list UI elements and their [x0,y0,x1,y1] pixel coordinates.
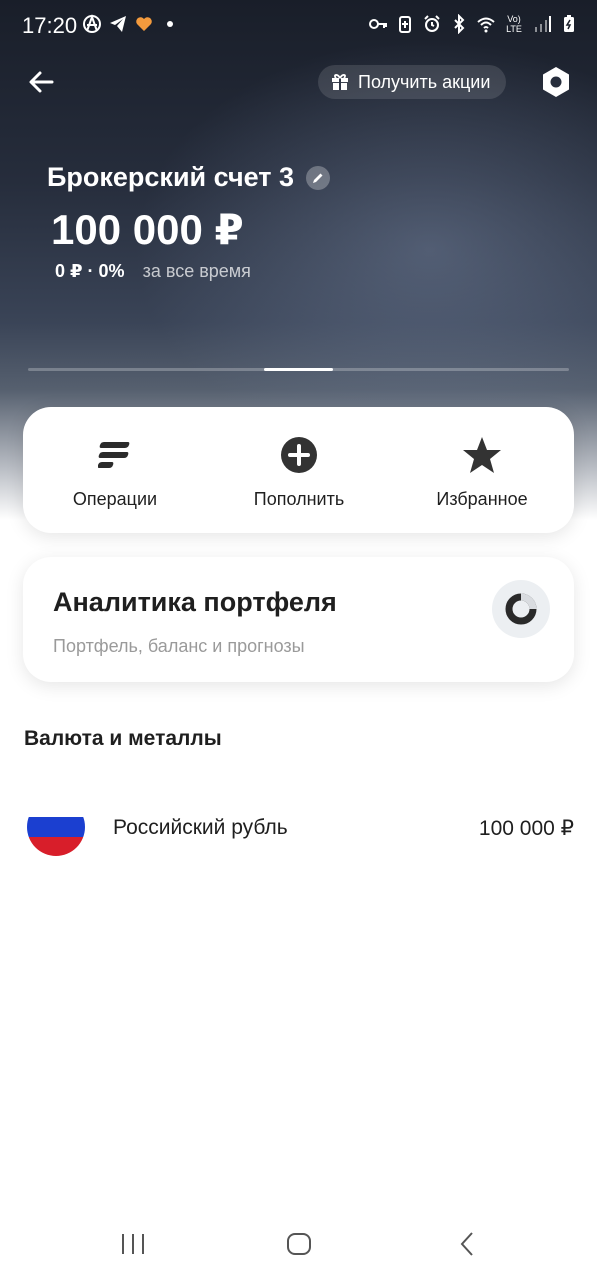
recents-icon[interactable] [113,1229,153,1259]
wifi-icon [477,17,495,33]
battery-icon [564,15,574,32]
russia-flag-icon [27,798,85,856]
signal-icon [535,16,551,32]
system-nav-bar [0,1215,597,1280]
anarchy-icon [83,14,101,33]
section-title-currency: Валюта и металлы [24,727,222,750]
top-up-label: Пополнить [253,489,345,509]
edit-pencil-icon[interactable] [306,165,331,190]
back-arrow-icon[interactable] [24,64,60,100]
vpn-key-icon [369,19,387,29]
flag-stripe-red [27,836,85,856]
analytics-title: Аналитика портфеля [53,587,337,617]
flag-stripe-blue [27,817,85,837]
favorites-button[interactable]: Избранное [390,407,574,533]
quick-actions-card: Операции Пополнить Избранное [23,407,574,533]
page-indicator-active [264,368,333,371]
balance-change: 0 ₽ · 0% за все время [55,261,251,282]
account-title[interactable]: Брокерский счет 3 [47,162,331,193]
dot-icon [167,21,173,27]
account-balance: 100 000 ₽ [51,206,244,253]
favorites-label: Избранное [436,489,528,509]
gift-icon [332,74,348,90]
settings-hex-icon[interactable] [538,64,574,100]
page-indicator [28,368,569,371]
currency-row-rub[interactable]: Российский рубль 100 000 ₽ [0,790,597,866]
operations-icon [95,435,135,475]
operations-button[interactable]: Операции [23,407,207,533]
battery-saver-icon [399,16,411,33]
change-value: 0 ₽ · 0% [55,261,125,281]
top-up-button[interactable]: Пополнить [207,407,391,533]
donut-chart-icon [492,580,550,638]
star-icon [462,435,502,475]
back-icon[interactable] [447,1229,487,1259]
portfolio-analytics-card[interactable]: Аналитика портфеля Портфель, баланс и пр… [23,557,574,682]
telegram-icon [110,16,126,32]
get-stocks-button[interactable]: Получить акции [318,65,507,99]
bluetooth-icon [454,14,465,34]
change-period: за все время [142,261,251,281]
heart-app-icon [136,17,152,31]
operations-label: Операции [72,489,158,509]
status-time: 17:20 [22,13,78,38]
currency-name: Российский рубль [113,816,288,839]
flag-stripe-white [27,798,85,818]
plus-circle-icon [279,435,319,475]
volte-icon: Vo) LTE [506,14,522,34]
get-stocks-label: Получить акции [358,71,491,92]
alarm-icon [424,15,440,32]
currency-amount: 100 000 ₽ [478,817,574,840]
home-icon[interactable] [279,1229,319,1259]
account-title-text: Брокерский счет 3 [47,162,295,192]
status-bar: 17:20 Vo) LTE [0,0,597,52]
analytics-subtitle: Портфель, баланс и прогнозы [53,636,305,656]
